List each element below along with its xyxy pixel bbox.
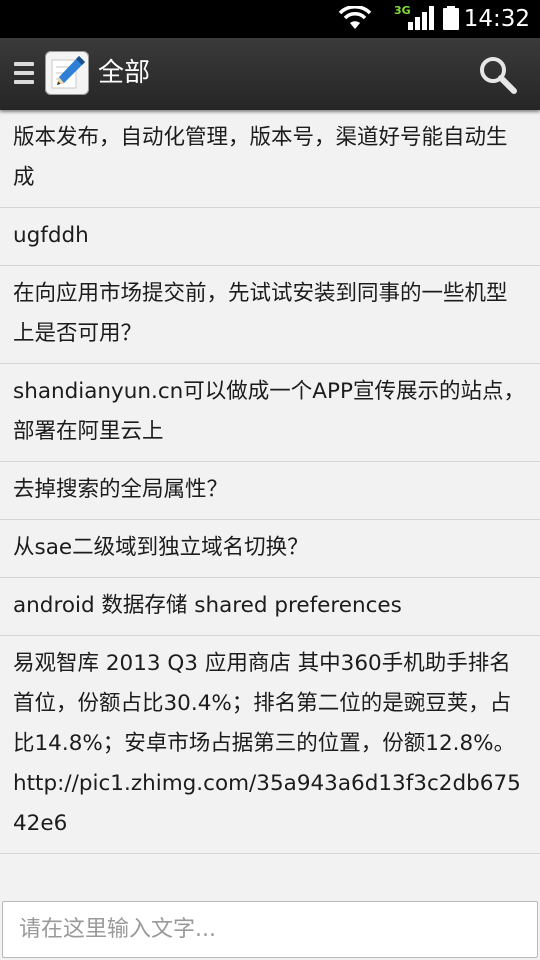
note-text: shandianyun.cn可以做成一个APP宣传展示的站点，部署在阿里云上 [13,379,525,444]
signal-icon [408,6,434,30]
clock: 14:32 [463,6,530,32]
list-item[interactable]: 在向应用市场提交前，先试试安装到同事的一些机型上是否可用？ [0,266,540,364]
page-title: 全部 [98,58,151,88]
note-text: ugfddh [13,223,89,248]
note-text: android 数据存储 shared preferences [13,593,402,618]
note-text: 易观智库 2013 Q3 应用商店 其中360手机助手排名首位，份额占比30.4… [13,651,521,836]
note-text: 在向应用市场提交前，先试试安装到同事的一些机型上是否可用？ [13,281,508,346]
wifi-icon [338,6,372,29]
notes-list: 版本发布，自动化管理，版本号，渠道好号能自动生成 ugfddh 在向应用市场提交… [0,110,540,900]
list-item[interactable]: 易观智库 2013 Q3 应用商店 其中360手机助手排名首位，份额占比30.4… [0,636,540,854]
input-bar [0,900,540,960]
search-icon[interactable] [478,55,518,95]
list-item[interactable]: 版本发布，自动化管理，版本号，渠道好号能自动生成 [0,110,540,208]
note-input[interactable] [3,902,537,957]
action-bar: 全部 [0,38,540,110]
note-text: 从sae二级域到独立域名切换？ [13,535,309,560]
list-item[interactable]: 从sae二级域到独立域名切换？ [0,520,540,578]
list-item[interactable]: 去掉搜索的全局属性？ [0,462,540,520]
pencil-notes-icon[interactable] [45,51,89,95]
list-item[interactable]: android 数据存储 shared preferences [0,578,540,636]
list-item[interactable]: shandianyun.cn可以做成一个APP宣传展示的站点，部署在阿里云上 [0,364,540,462]
battery-icon [443,6,459,30]
note-text: 去掉搜索的全局属性？ [13,477,229,502]
menu-icon[interactable] [14,62,34,88]
note-text: 版本发布，自动化管理，版本号，渠道好号能自动生成 [13,125,508,190]
note-input-box [2,901,538,958]
list-item[interactable]: ugfddh [0,208,540,266]
status-bar: 3G 14:32 [0,0,540,38]
